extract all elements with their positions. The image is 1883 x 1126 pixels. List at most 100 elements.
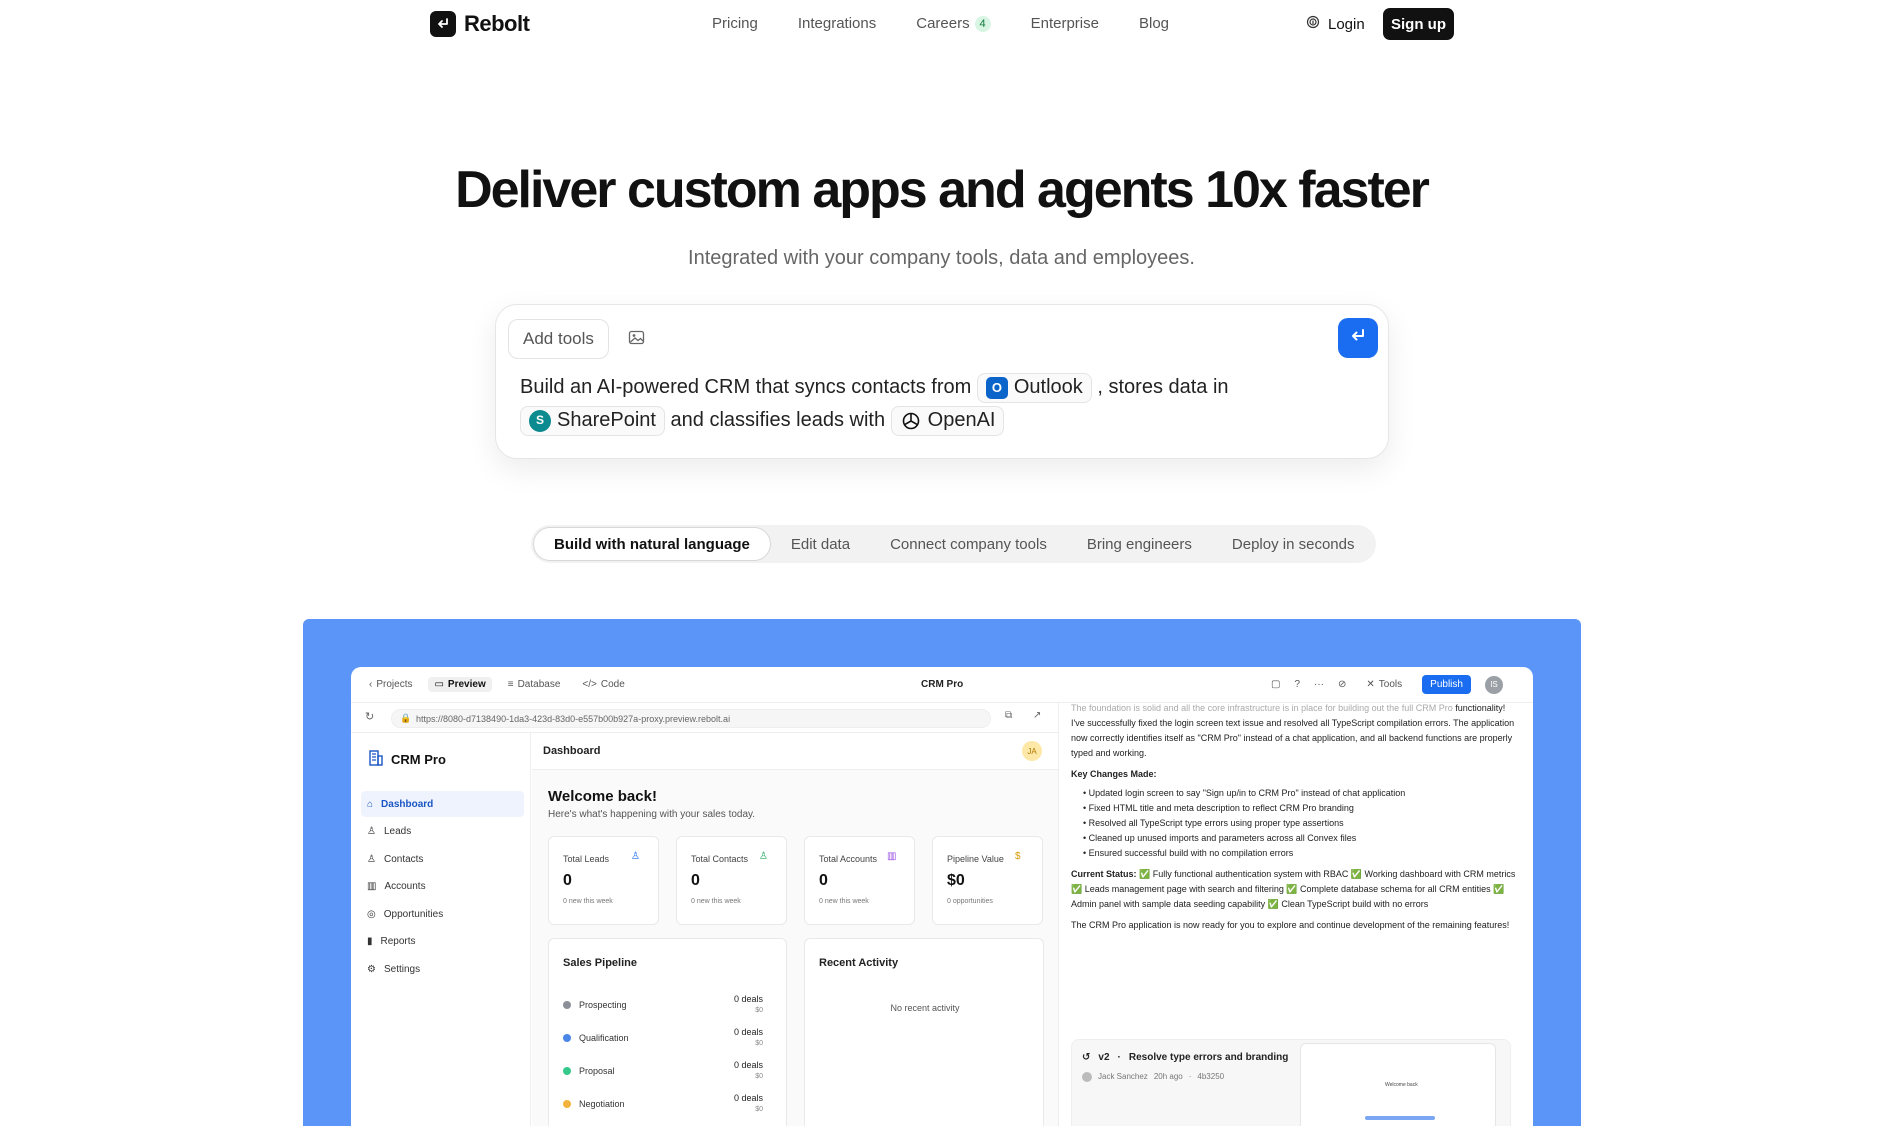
stat-value: 0 [819,872,828,889]
prompt-box[interactable]: Add tools Build an AI-powered CRM that s… [495,304,1389,459]
pipeline-stage: Negotiation [579,1099,625,1109]
home-icon: ⌂ [367,798,374,810]
add-tools-button[interactable]: Add tools [508,319,609,359]
copy-icon[interactable]: ⧉ [1005,710,1012,721]
users-icon: ♙ [367,853,376,865]
user-plus-icon: ♙ [367,826,376,837]
login-link[interactable]: Login [1306,15,1365,33]
pipeline-row: Qualification 0 deals $0 [563,1027,763,1057]
avatar[interactable]: IS [1484,675,1503,694]
nav-enterprise[interactable]: Enterprise [1031,15,1099,32]
bar-chart-icon: ▮ [367,936,373,947]
stat-card-accounts: Total Accounts ▥ 0 0 new this week [804,836,915,925]
stat-value: 0 [563,872,572,889]
code-label: Code [600,679,625,690]
tab-connect-tools[interactable]: Connect company tools [870,527,1067,561]
stat-value: $0 [947,872,965,889]
tab-preview[interactable]: ▭ Preview [428,677,492,692]
signup-button[interactable]: Sign up [1383,8,1454,40]
avatar[interactable]: JA [1022,741,1042,761]
pipeline-deals: 0 deals [733,1027,763,1037]
brand-logo[interactable]: Rebolt [430,11,530,37]
status-dot [563,1001,571,1009]
sidebar-item-leads[interactable]: ♙ Leads [361,819,524,845]
sidebar-item-dashboard[interactable]: ⌂ Dashboard [361,791,524,817]
building-icon [367,749,385,770]
tab-database[interactable]: ≡ Database [502,677,567,692]
crm-sidebar: CRM Pro ⌂ Dashboard ♙ Leads ♙ Contacts ▥ Acc… [351,733,531,1126]
sidebar-item-settings[interactable]: ⚙ Settings [361,956,524,982]
careers-count-badge: 4 [974,15,991,32]
url-bar: ↻ 🔒 https://8080-d7138490-1da3-423d-83d0… [351,703,1058,733]
stat-note: 0 new this week [691,898,741,905]
thumbnail-bar [1365,1116,1435,1120]
sidebar-item-contacts[interactable]: ♙ Contacts [361,846,524,872]
external-link-icon[interactable]: ↗ [1033,710,1041,721]
pipeline-deals: 0 deals [733,1093,763,1103]
tools-icon: ✕ [1366,679,1375,690]
projects-link[interactable]: ‹ Projects [363,677,418,692]
tab-deploy[interactable]: Deploy in seconds [1212,527,1375,561]
stat-card-leads: Total Leads ♙ 0 0 new this week [548,836,659,925]
nav-pricing[interactable]: Pricing [712,15,758,32]
stat-note: 0 new this week [563,898,613,905]
user-plus-icon: ♙ [631,851,640,862]
sidebar-item-label: Reports [380,936,416,947]
tool-chip-openai[interactable]: OpenAI [890,405,1005,436]
status-label: Current Status: [1071,869,1137,879]
chip-label: SharePoint [557,409,656,432]
help-icon[interactable]: ? [1294,679,1300,690]
pipeline-amount: $0 [755,1007,763,1014]
nav-blog[interactable]: Blog [1139,15,1169,32]
send-button[interactable] [1338,318,1378,358]
feature-tabs: Build with natural language Edit data Co… [531,525,1377,563]
welcome-subtitle: Here's what's happening with your sales … [548,809,756,820]
tab-code[interactable]: </> Code [576,677,630,692]
sidebar-item-accounts[interactable]: ▥ Accounts [361,874,524,900]
bell-off-icon[interactable]: ⊘ [1338,679,1346,690]
version-commit: 4b3250 [1197,1072,1225,1081]
publish-button[interactable]: Publish [1422,675,1471,694]
url-field[interactable]: 🔒 https://8080-d7138490-1da3-423d-83d0-e… [391,709,991,728]
sales-pipeline-card: Sales Pipeline Prospecting 0 deals $0 Qu… [548,938,787,1126]
tab-build-natural-language[interactable]: Build with natural language [533,527,771,561]
pipeline-stage: Qualification [579,1033,629,1043]
version-card[interactable]: ↺ v2 · Resolve type errors and branding … [1071,1039,1511,1126]
version-meta: Jack Sanchez 20h ago · 4b3250 [1082,1069,1224,1084]
refresh-icon[interactable]: ↻ [365,710,374,723]
tools-button[interactable]: ✕ Tools [1360,677,1408,692]
tab-edit-data[interactable]: Edit data [771,527,870,561]
image-upload-icon[interactable] [628,329,645,351]
outlook-icon: O [985,376,1008,399]
prompt-text-part: , stores data in [1097,376,1229,398]
chip-label: Outlook [1013,376,1083,399]
sidebar-item-reports[interactable]: ▮ Reports [361,929,524,955]
login-label: Login [1328,15,1365,33]
list-item: Ensured successful build with no compila… [1083,846,1521,861]
avatar [1082,1071,1092,1082]
sidebar-item-opportunities[interactable]: ◎ Opportunities [361,901,524,927]
card-title: Sales Pipeline [563,957,637,969]
nav-careers[interactable]: Careers 4 [916,15,991,32]
users-icon: ♙ [759,851,768,862]
enter-icon [430,11,456,37]
empty-state: No recent activity [890,1003,960,1013]
hero-title: Deliver custom apps and agents 10x faste… [455,161,1430,219]
stat-label: Total Leads [563,854,610,864]
more-icon[interactable]: ··· [1314,679,1324,690]
status-dot [563,1034,571,1042]
list-item: Updated login screen to say "Sign up/in … [1083,786,1521,801]
stat-label: Total Accounts [819,854,878,864]
tool-chip-sharepoint[interactable]: S SharePoint [520,405,665,436]
version-thumbnail[interactable]: Welcome back [1300,1043,1496,1126]
pipeline-stage: Prospecting [579,1000,627,1010]
nav-integrations[interactable]: Integrations [798,15,876,32]
separator: · [1117,1052,1121,1063]
tab-bring-engineers[interactable]: Bring engineers [1067,527,1212,561]
dashboard-header: Dashboard JA [532,733,1058,770]
nav-careers-label: Careers [916,15,970,32]
tool-chip-outlook[interactable]: O Outlook [976,372,1092,403]
version-title: ↺ v2 · Resolve type errors and branding [1082,1050,1288,1065]
inbox-icon[interactable]: ▢ [1271,679,1280,690]
prompt-text[interactable]: Build an AI-powered CRM that syncs conta… [520,371,1380,437]
